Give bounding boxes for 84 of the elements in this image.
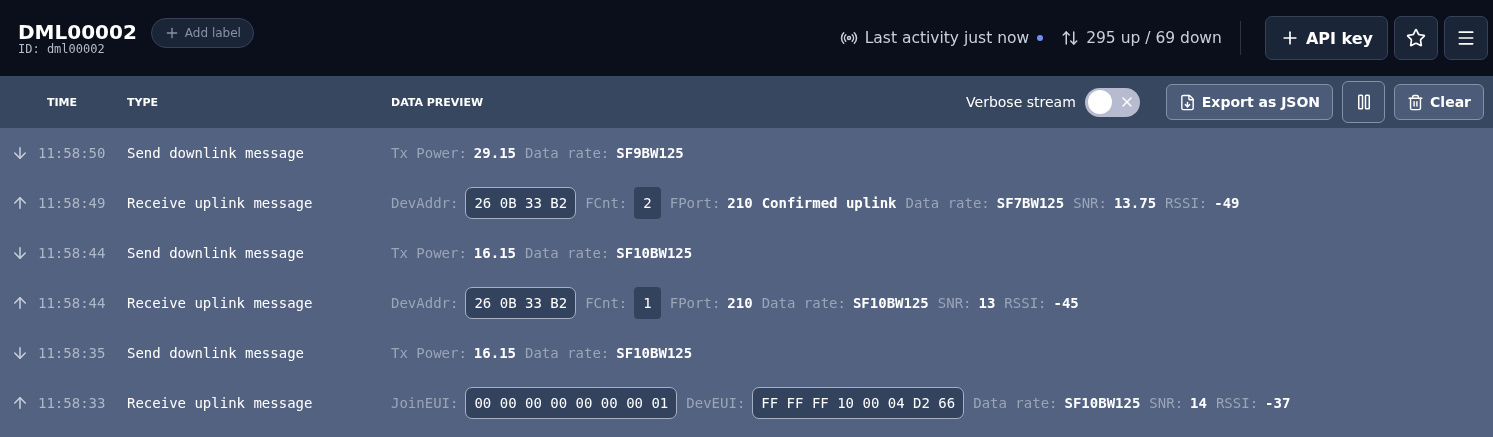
event-type: Receive uplink message [127, 195, 314, 211]
field-value: 14 [1190, 395, 1207, 411]
event-type: Send downlink message [127, 345, 305, 361]
field-label: RSSI: [1165, 195, 1208, 211]
field-value: -45 [1053, 295, 1079, 311]
arrow-down-icon [11, 144, 29, 162]
menu-button[interactable] [1444, 16, 1488, 60]
star-icon [1406, 28, 1426, 48]
count-badge: 1 [634, 287, 661, 319]
field-label: Tx Power: [391, 345, 467, 361]
last-activity: Last activity just now [864, 29, 1030, 47]
column-header: TIME [47, 95, 79, 109]
device-id: ID: dml00002 [18, 42, 106, 56]
event-type: Send downlink message [127, 245, 305, 261]
field-value: Confirmed uplink [761, 195, 897, 211]
arrow-down-icon [11, 244, 29, 262]
event-time: 11:58:44 [38, 245, 107, 261]
field-label: DevEUI: [686, 395, 746, 411]
api-key-button[interactable]: API key [1264, 16, 1388, 60]
field-value: -49 [1214, 195, 1240, 211]
add-label-button[interactable]: Add label [150, 18, 254, 48]
pause-button[interactable] [1342, 81, 1386, 123]
event-time: 11:58:35 [38, 345, 107, 361]
field-value: SF7BW125 [996, 195, 1065, 211]
file-download-icon [1178, 93, 1196, 111]
column-header: TYPE [127, 95, 160, 109]
field-label: SNR: [1149, 395, 1184, 411]
field-value: SF10BW125 [1064, 395, 1141, 411]
field-label: FPort: [669, 195, 721, 211]
field-label: Data rate: [905, 195, 990, 211]
field-value: 16.15 [473, 245, 516, 261]
count-badge: 2 [634, 187, 661, 219]
column-header: DATA PREVIEW [391, 95, 485, 109]
event-time: 11:58:50 [38, 145, 107, 161]
field-value: 13.75 [1113, 195, 1157, 211]
hex-value: 26 0B 33 B2 [465, 187, 577, 219]
field-value: SF10BW125 [616, 345, 693, 361]
field-label: Tx Power: [391, 145, 467, 161]
trash-icon [1407, 93, 1425, 111]
field-label: JoinEUI: [391, 395, 459, 411]
field-label: FCnt: [585, 195, 628, 211]
signal-icon [839, 29, 858, 47]
event-type: Send downlink message [127, 145, 305, 161]
event-type: Receive uplink message [127, 395, 314, 411]
field-label: SNR: [937, 295, 972, 311]
device-name: DML00002 [18, 20, 137, 43]
up-down-arrows-icon [1061, 29, 1080, 47]
event-time: 11:58:33 [38, 395, 107, 411]
hex-value: FF FF FF 10 00 04 D2 66 [752, 387, 965, 419]
field-label: DevAddr: [391, 295, 459, 311]
event-time: 11:58:44 [38, 295, 107, 311]
traffic-count: 295 up / 69 down [1086, 29, 1222, 47]
event-type: Receive uplink message [127, 295, 314, 311]
favorite-button[interactable] [1394, 16, 1438, 60]
event-time: 11:58:49 [38, 195, 107, 211]
menu-icon [1456, 28, 1476, 48]
field-label: FPort: [669, 295, 721, 311]
field-value: SF10BW125 [616, 245, 693, 261]
field-value: 13 [978, 295, 996, 311]
field-label: FCnt: [585, 295, 628, 311]
field-value: SF9BW125 [616, 145, 684, 161]
field-label: DevAddr: [391, 195, 459, 211]
field-label: Data rate: [525, 345, 610, 361]
hex-value: 26 0B 33 B2 [465, 287, 577, 319]
field-value: 16.15 [473, 345, 516, 361]
field-label: Tx Power: [391, 245, 467, 261]
arrow-down-icon [11, 344, 29, 362]
field-label: Data rate: [761, 295, 846, 311]
field-value: 210 [727, 295, 753, 311]
field-label: SNR: [1073, 195, 1107, 211]
field-value: -37 [1265, 395, 1291, 411]
field-value: 210 [727, 195, 753, 211]
field-label: Data rate: [525, 145, 610, 161]
export-button[interactable]: Export as JSON [1165, 84, 1334, 120]
field-label: RSSI: [1215, 395, 1259, 411]
field-label: Data rate: [525, 245, 610, 261]
clear-button[interactable]: Clear [1394, 84, 1484, 120]
field-value: SF10BW125 [852, 295, 929, 311]
field-label: RSSI: [1004, 295, 1047, 311]
field-label: Data rate: [973, 395, 1058, 411]
field-value: 29.15 [473, 145, 516, 161]
verbose-label: Verbose stream [966, 94, 1076, 110]
verbose-toggle[interactable] [1084, 87, 1140, 117]
hex-value: 00 00 00 00 00 00 00 01 [465, 387, 678, 419]
